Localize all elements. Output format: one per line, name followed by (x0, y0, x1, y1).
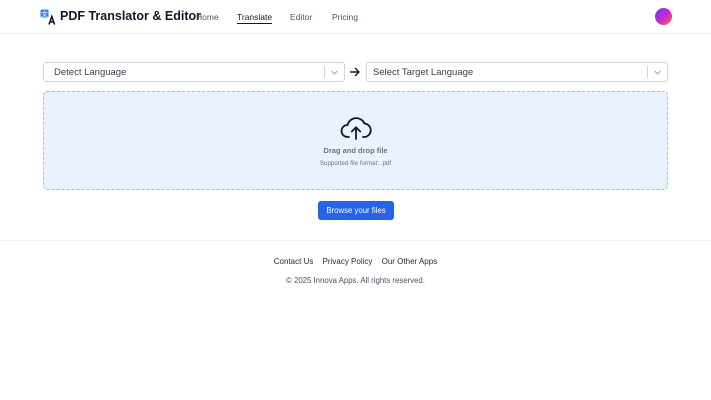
select-divider (324, 66, 325, 78)
nav-pricing[interactable]: Pricing (332, 12, 358, 22)
chevron-down-icon[interactable] (330, 68, 339, 77)
arrow-right-icon[interactable] (349, 66, 361, 78)
app-title[interactable]: PDF Translator & Editor (60, 9, 201, 23)
cloud-upload-icon (340, 117, 372, 140)
file-dropzone[interactable]: Drag and drop file Supported file format… (43, 91, 668, 190)
nav-home[interactable]: Home (196, 12, 219, 22)
copyright-text: © 2025 Innova Apps. All rights reserved. (286, 276, 425, 285)
browse-files-button[interactable]: Browse your files (318, 201, 394, 220)
dropzone-subtitle: Supported file format: .pdf (319, 160, 392, 167)
select-divider (647, 66, 648, 78)
chevron-down-icon[interactable] (653, 68, 662, 77)
source-language-value: Detect Language (54, 67, 127, 78)
dropzone-title: Drag and drop file (323, 146, 388, 155)
source-language-select[interactable]: Detect Language (43, 62, 345, 82)
other-apps-link[interactable]: Our Other Apps (382, 257, 438, 266)
footer-links: Contact Us Privacy Policy Our Other Apps (0, 257, 711, 266)
user-avatar[interactable] (655, 8, 672, 25)
contact-us-link[interactable]: Contact Us (274, 257, 314, 266)
nav-translate[interactable]: Translate (237, 12, 273, 24)
nav-editor[interactable]: Editor (290, 12, 312, 22)
translate-icon[interactable]: 文 (40, 9, 56, 25)
footer-divider (0, 240, 711, 241)
app-header: 文 PDF Translator & Editor Home Translate… (0, 0, 711, 34)
target-language-value: Select Target Language (373, 67, 474, 78)
svg-text:文: 文 (41, 9, 48, 18)
target-language-select[interactable]: Select Target Language (366, 62, 668, 82)
privacy-policy-link[interactable]: Privacy Policy (323, 257, 373, 266)
